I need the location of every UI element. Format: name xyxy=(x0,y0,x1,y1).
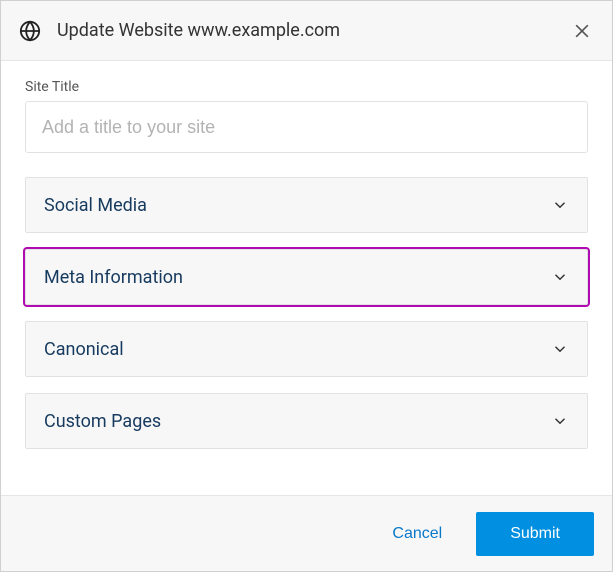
collapsible-label: Meta Information xyxy=(44,267,551,288)
dialog-header: Update Website www.example.com xyxy=(1,1,612,61)
site-title-input[interactable] xyxy=(25,101,588,153)
dialog-footer: Cancel Submit xyxy=(1,495,612,571)
chevron-down-icon xyxy=(551,340,569,358)
dialog-title: Update Website www.example.com xyxy=(57,20,570,41)
collapsible-label: Social Media xyxy=(44,195,551,216)
collapsible-label: Canonical xyxy=(44,339,551,360)
chevron-down-icon xyxy=(551,268,569,286)
update-website-dialog: Update Website www.example.com Site Titl… xyxy=(0,0,613,572)
collapsible-social-media[interactable]: Social Media xyxy=(25,177,588,233)
submit-button[interactable]: Submit xyxy=(476,512,594,556)
dialog-body: Site Title Social Media Meta Information… xyxy=(1,61,612,495)
globe-icon xyxy=(19,20,41,42)
collapsible-custom-pages[interactable]: Custom Pages xyxy=(25,393,588,449)
close-icon[interactable] xyxy=(570,19,594,43)
chevron-down-icon xyxy=(551,412,569,430)
site-title-label: Site Title xyxy=(25,79,588,95)
cancel-button[interactable]: Cancel xyxy=(370,515,464,553)
collapsible-meta-information[interactable]: Meta Information xyxy=(25,249,588,305)
collapsible-label: Custom Pages xyxy=(44,411,551,432)
chevron-down-icon xyxy=(551,196,569,214)
collapsible-canonical[interactable]: Canonical xyxy=(25,321,588,377)
